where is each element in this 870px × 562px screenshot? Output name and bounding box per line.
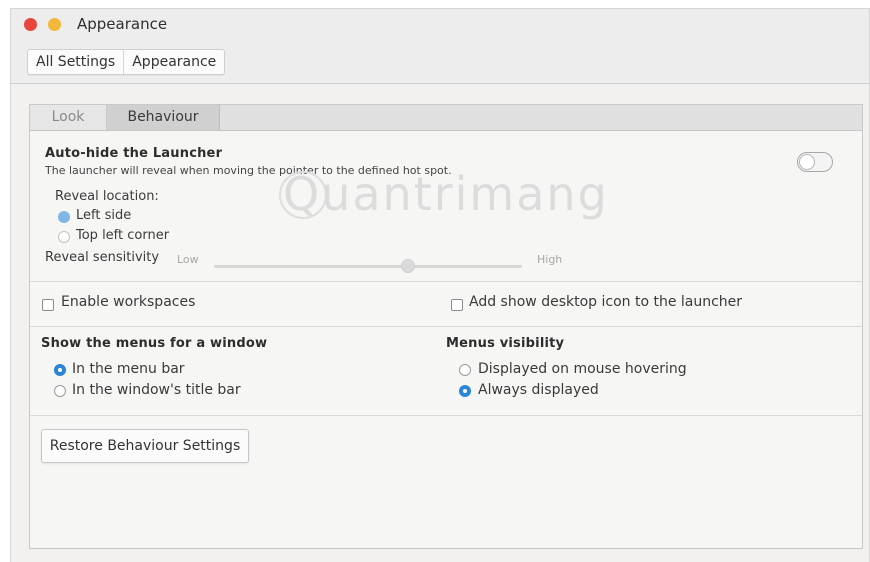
settings-panel: Look Behaviour Auto-hide the Launcher Th…: [29, 104, 863, 549]
radio-in-title-bar[interactable]: [54, 385, 66, 397]
enable-workspaces-label: Enable workspaces: [61, 294, 196, 310]
autohide-heading: Auto-hide the Launcher: [45, 146, 223, 161]
sensitivity-low-label: Low: [177, 253, 199, 266]
breadcrumb-all-settings[interactable]: All Settings: [28, 50, 123, 74]
always-displayed-label: Always displayed: [478, 382, 599, 398]
reveal-location-label: Reveal location:: [55, 189, 159, 204]
window-title: Appearance: [77, 15, 168, 33]
radio-in-menu-bar[interactable]: [54, 364, 66, 376]
appearance-window: Appearance All Settings Appearance Look …: [10, 8, 870, 562]
autohide-toggle[interactable]: [797, 152, 833, 172]
radio-left-side[interactable]: [58, 211, 70, 223]
tab-look[interactable]: Look: [30, 105, 107, 130]
radio-top-left-corner[interactable]: [58, 231, 70, 243]
menus-visibility-heading: Menus visibility: [446, 336, 565, 351]
in-menu-bar-label: In the menu bar: [72, 361, 185, 377]
minimize-button[interactable]: [48, 18, 61, 31]
toggle-knob: [799, 154, 815, 170]
desktop-icon-label: Add show desktop icon to the launcher: [469, 294, 743, 310]
sensitivity-slider[interactable]: [214, 265, 522, 268]
enable-workspaces-checkbox[interactable]: [42, 299, 54, 311]
breadcrumb-appearance[interactable]: Appearance: [123, 50, 224, 74]
sensitivity-slider-handle[interactable]: [401, 259, 415, 273]
divider: [30, 281, 862, 282]
restore-behaviour-button[interactable]: Restore Behaviour Settings: [41, 429, 249, 463]
close-button[interactable]: [24, 18, 37, 31]
left-side-label: Left side: [76, 208, 132, 223]
breadcrumb: All Settings Appearance: [27, 49, 226, 75]
tab-behaviour[interactable]: Behaviour: [107, 105, 220, 130]
in-title-bar-label: In the window's title bar: [72, 382, 241, 398]
divider: [30, 326, 862, 327]
autohide-description: The launcher will reveal when moving the…: [45, 164, 452, 177]
desktop-icon-checkbox[interactable]: [451, 299, 463, 311]
radio-on-hover[interactable]: [459, 364, 471, 376]
title-bar: Appearance All Settings Appearance: [11, 9, 869, 84]
divider: [30, 415, 862, 416]
sensitivity-high-label: High: [537, 253, 563, 266]
menus-heading: Show the menus for a window: [41, 336, 268, 351]
on-hover-label: Displayed on mouse hovering: [478, 361, 687, 377]
tab-bar: Look Behaviour: [30, 105, 862, 131]
reveal-sensitivity-label: Reveal sensitivity: [45, 250, 160, 265]
top-left-corner-label: Top left corner: [76, 228, 170, 243]
radio-always-displayed[interactable]: [459, 385, 471, 397]
